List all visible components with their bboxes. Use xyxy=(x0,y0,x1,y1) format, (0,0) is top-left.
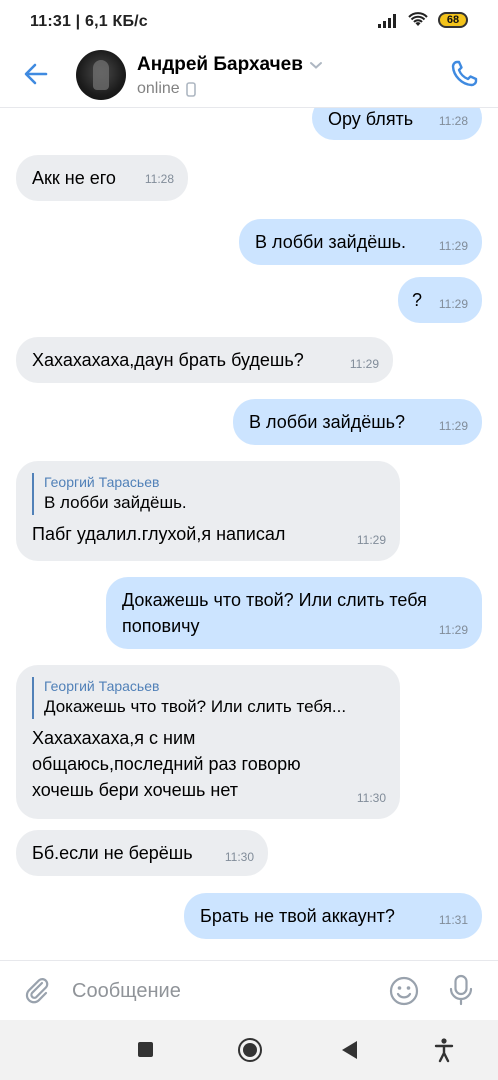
message-list[interactable]: Ору блять 11:28 Акк не его 11:28 В лобби… xyxy=(0,108,498,960)
reply-text: В лобби зайдёшь. xyxy=(44,493,187,512)
message-text: В лобби зайдёшь? xyxy=(249,412,406,432)
paperclip-icon xyxy=(25,978,49,1004)
microphone-icon xyxy=(449,974,473,1006)
signal-icon xyxy=(378,12,398,28)
message-text: Бб.если не берёшь xyxy=(32,843,193,863)
attach-button[interactable] xyxy=(22,975,52,1005)
message-time: 11:28 xyxy=(144,172,174,186)
chat-screen: 11:31 | 6,1 КБ/с 68 Андрей Бархачев onli… xyxy=(0,0,498,1080)
contact-name-row[interactable]: Андрей Бархачев xyxy=(137,54,323,76)
reply-quote[interactable]: Георгий Тарасьев В лобби зайдёшь. xyxy=(32,473,400,515)
message-time: 11:31 xyxy=(438,913,468,927)
message-time: 11:29 xyxy=(356,533,386,547)
emoji-button[interactable] xyxy=(388,975,420,1007)
back-button[interactable] xyxy=(20,58,52,90)
arrow-left-icon xyxy=(24,63,48,85)
wifi-icon xyxy=(408,12,428,28)
message-time: 11:30 xyxy=(224,850,254,864)
message-bubble-incoming[interactable]: Георгий Тарасьев В лобби зайдёшь. Пабг у… xyxy=(16,461,400,561)
message-bubble-outgoing[interactable]: Докажешь что твой? Или слить тебя попови… xyxy=(106,577,482,649)
message-text-line: Хахахахаха,я с ним xyxy=(32,728,196,748)
message-bubble-outgoing[interactable]: В лобби зайдёшь? 11:29 xyxy=(233,399,482,445)
chevron-down-icon xyxy=(309,62,322,69)
message-time: 11:30 xyxy=(356,791,386,805)
message-text-line: хочешь бери хочешь нет xyxy=(32,780,239,800)
phone-icon xyxy=(451,60,478,87)
message-time: 11:29 xyxy=(438,623,468,637)
message-text-line: поповичу xyxy=(122,616,200,636)
message-bubble-incoming[interactable]: Бб.если не берёшь 11:30 xyxy=(16,830,268,876)
contact-status-row: online xyxy=(137,80,196,98)
reply-author: Георгий Тарасьев xyxy=(44,474,160,490)
mobile-device-icon xyxy=(185,81,196,97)
reply-text: Докажешь что твой? Или слить тебя... xyxy=(44,697,347,716)
message-bubble-incoming[interactable]: Хахахахаха,даун брать будешь? 11:29 xyxy=(16,337,393,383)
message-time: 11:29 xyxy=(349,357,379,371)
message-bubble-incoming[interactable]: Георгий Тарасьев Докажешь что твой? Или … xyxy=(16,665,400,819)
recent-apps-icon[interactable] xyxy=(138,1042,153,1057)
message-text: Ору блять xyxy=(328,109,414,129)
voice-record-button[interactable] xyxy=(447,973,475,1007)
contact-name: Андрей Бархачев xyxy=(137,54,303,75)
message-text-line: Докажешь что твой? Или слить тебя xyxy=(122,590,427,610)
message-text: ? xyxy=(412,290,423,310)
contact-status: online xyxy=(137,80,180,97)
back-triangle-icon[interactable] xyxy=(342,1041,357,1059)
message-time: 11:29 xyxy=(438,419,468,433)
system-nav-bar xyxy=(0,1020,498,1080)
message-input[interactable] xyxy=(72,973,362,1009)
message-text: Пабг удалил.глухой,я написал xyxy=(32,524,286,544)
accessibility-icon[interactable] xyxy=(434,1037,454,1063)
message-bubble-incoming[interactable]: Акк не его 11:28 xyxy=(16,155,188,201)
avatar[interactable] xyxy=(76,50,126,100)
message-time: 11:29 xyxy=(438,239,468,253)
message-text-line: общаюсь,последний раз говорю xyxy=(32,754,301,774)
message-bubble-outgoing[interactable]: Брать не твой аккаунт? 11:31 xyxy=(184,893,482,939)
message-text: Брать не твой аккаунт? xyxy=(200,906,395,926)
reply-quote[interactable]: Георгий Тарасьев Докажешь что твой? Или … xyxy=(32,677,400,719)
status-time-speed: 11:31 | 6,1 КБ/с xyxy=(30,13,148,30)
message-time: 11:28 xyxy=(438,114,468,128)
message-bubble-outgoing[interactable]: ? 11:29 xyxy=(398,277,482,323)
message-time: 11:29 xyxy=(438,297,468,311)
message-bubble-outgoing[interactable]: В лобби зайдёшь. 11:29 xyxy=(239,219,482,265)
message-text: В лобби зайдёшь. xyxy=(255,232,407,252)
message-text: Хахахахаха,даун брать будешь? xyxy=(32,350,304,370)
home-icon[interactable] xyxy=(238,1038,262,1062)
call-button[interactable] xyxy=(448,58,480,90)
reply-author: Георгий Тарасьев xyxy=(44,678,160,694)
message-composer xyxy=(0,960,498,1020)
message-bubble-outgoing[interactable]: Ору блять 11:28 xyxy=(312,108,482,140)
chat-header: Андрей Бархачев online xyxy=(0,44,498,108)
status-bar: 11:31 | 6,1 КБ/с 68 xyxy=(0,0,498,44)
status-icons: 68 xyxy=(378,12,468,28)
message-text: Акк не его xyxy=(32,168,116,188)
smile-icon xyxy=(389,976,419,1006)
battery-icon: 68 xyxy=(438,12,468,28)
